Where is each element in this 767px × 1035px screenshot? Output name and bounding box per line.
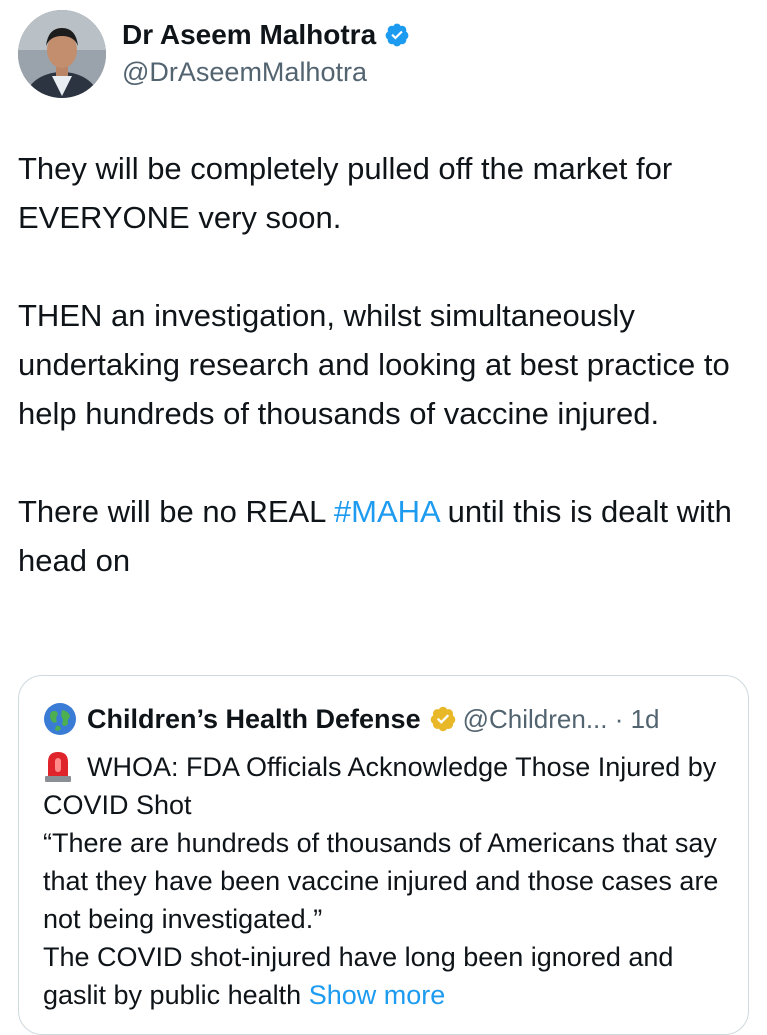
verified-badge-icon — [385, 23, 409, 47]
author-handle[interactable]: @DrAseemMalhotra — [122, 54, 410, 90]
globe-icon — [44, 703, 76, 735]
quoted-tweet[interactable]: Children’s Health Defense @Children... ·… — [18, 675, 749, 1035]
quoted-headline: WHOA: FDA Officials Acknowledge Those In… — [43, 752, 717, 820]
tweet-paragraph-1: They will be completely pulled off the m… — [18, 151, 673, 235]
tweet-paragraph-3-start: There will be no REAL — [18, 494, 334, 529]
quoted-body-line: The COVID shot-injured have long been ig… — [43, 938, 733, 1014]
gold-verified-badge-icon — [430, 706, 455, 732]
tweet-paragraph-3: There will be no REAL #MAHA until this i… — [18, 487, 753, 585]
show-more-link[interactable]: Show more — [309, 980, 446, 1010]
siren-emoji-icon — [45, 752, 71, 782]
hashtag-link[interactable]: #MAHA — [334, 494, 439, 529]
tweet-paragraph-2: THEN an investigation, whilst simultaneo… — [18, 298, 730, 431]
quoted-quote: “There are hundreds of thousands of Amer… — [43, 828, 719, 934]
author-name[interactable]: Dr Aseem Malhotra — [122, 18, 376, 52]
quoted-headline-line: WHOA: FDA Officials Acknowledge Those In… — [43, 748, 733, 824]
tweet-header: Dr Aseem Malhotra @DrAseemMalhotra — [18, 10, 410, 98]
avatar[interactable] — [18, 10, 106, 98]
tweet-text: They will be completely pulled off the m… — [18, 144, 753, 585]
quoted-author-name[interactable]: Children’s Health Defense — [87, 704, 421, 735]
quoted-author-handle-time[interactable]: @Children... · 1d — [463, 704, 660, 735]
quoted-tweet-header: Children’s Health Defense @Children... ·… — [43, 702, 660, 736]
quoted-tweet-text: WHOA: FDA Officials Acknowledge Those In… — [43, 748, 733, 1014]
